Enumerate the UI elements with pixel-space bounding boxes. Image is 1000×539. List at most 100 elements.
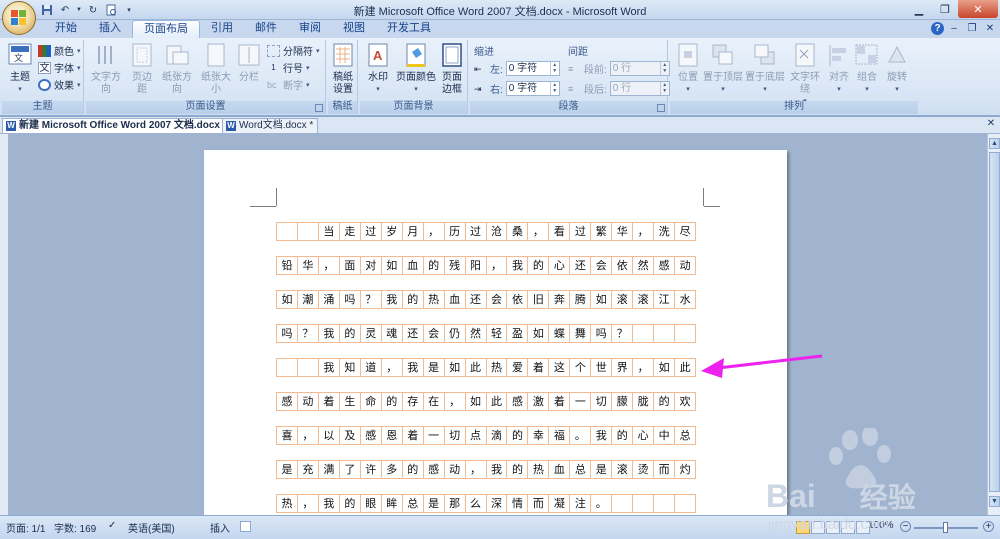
grid-cell[interactable]: 灵 xyxy=(361,325,382,342)
grid-cell[interactable]: 是 xyxy=(424,495,445,512)
grid-cell[interactable]: ， xyxy=(382,359,403,376)
grid-cell[interactable]: ， xyxy=(487,257,508,274)
grid-cell[interactable] xyxy=(298,359,319,376)
grid-cell[interactable] xyxy=(675,325,697,342)
grid-cell[interactable]: 了 xyxy=(340,461,361,478)
grid-cell[interactable]: 那 xyxy=(445,495,466,512)
grid-cell[interactable]: 充 xyxy=(298,461,319,478)
grid-cell[interactable]: 然 xyxy=(466,325,487,342)
grid-cell[interactable]: 中 xyxy=(654,427,676,444)
outline-view-icon[interactable] xyxy=(841,521,855,534)
grid-cell[interactable]: ？ xyxy=(298,325,319,342)
grid-cell[interactable]: ， xyxy=(633,359,655,376)
grid-cell[interactable]: 如 xyxy=(591,291,613,308)
zoom-out-icon[interactable]: − xyxy=(900,521,911,532)
text-wrap-button[interactable]: 文字环绕▾ xyxy=(786,42,824,108)
grid-cell[interactable] xyxy=(633,325,655,342)
tab-5[interactable]: 审阅 xyxy=(288,20,332,38)
scroll-up-icon[interactable]: ▲ xyxy=(989,138,1000,149)
grid-cell[interactable]: 热 xyxy=(528,461,550,478)
hyphenation-button[interactable]: bc 断字 ▾ xyxy=(267,77,310,93)
grid-cell[interactable]: 吗 xyxy=(277,325,298,342)
grid-cell[interactable]: 世 xyxy=(591,359,613,376)
grid-cell[interactable]: 的 xyxy=(403,291,424,308)
doc-minimize-icon[interactable]: – xyxy=(946,21,962,36)
grid-cell[interactable]: ， xyxy=(319,257,340,274)
tab-3[interactable]: 引用 xyxy=(200,20,244,38)
grid-cell[interactable]: 此 xyxy=(487,393,508,410)
word-count[interactable]: 字数: 169 xyxy=(54,520,96,535)
grid-cell[interactable] xyxy=(298,223,319,240)
grid-cell[interactable]: 奔 xyxy=(549,291,571,308)
grid-cell[interactable]: 总 xyxy=(570,461,592,478)
grid-cell[interactable]: 我 xyxy=(319,325,340,342)
grid-cell[interactable]: 血 xyxy=(445,291,466,308)
grid-cell[interactable]: 的 xyxy=(403,461,424,478)
grid-cell[interactable]: 岁 xyxy=(382,223,403,240)
align-button[interactable]: 对齐 ▾ xyxy=(826,42,852,96)
grid-cell[interactable]: 尽 xyxy=(675,223,697,240)
grid-cell[interactable] xyxy=(654,325,676,342)
text-direction-button[interactable]: 文字方向 xyxy=(88,42,124,96)
grid-cell[interactable]: 点 xyxy=(466,427,487,444)
paragraph-launcher[interactable] xyxy=(657,104,665,112)
grid-cell[interactable]: 桑 xyxy=(507,223,529,240)
margins-button[interactable]: 页边距 xyxy=(128,42,156,96)
grid-cell[interactable]: 动 xyxy=(445,461,466,478)
grid-cell[interactable]: 感 xyxy=(277,393,298,410)
grid-cell[interactable]: 的 xyxy=(528,257,550,274)
language-indicator[interactable]: 英语(美国) xyxy=(128,520,175,535)
grid-cell[interactable]: 一 xyxy=(424,427,445,444)
grid-cell[interactable]: 心 xyxy=(633,427,655,444)
grid-cell[interactable]: 华 xyxy=(612,223,634,240)
tab-7[interactable]: 开发工具 xyxy=(376,20,442,38)
grid-cell[interactable]: 我 xyxy=(382,291,403,308)
grid-cell[interactable]: 过 xyxy=(361,223,382,240)
grid-cell[interactable]: ， xyxy=(298,427,319,444)
grid-cell[interactable]: ， xyxy=(445,393,466,410)
spacing-before-field[interactable]: 0 行 ▲ ▼ xyxy=(609,61,670,76)
theme-colors-button[interactable]: 颜色 ▾ xyxy=(38,43,81,58)
grid-cell[interactable]: 命 xyxy=(361,393,382,410)
grid-cell[interactable]: 如 xyxy=(445,359,466,376)
grid-cell[interactable]: 滚 xyxy=(612,461,634,478)
grid-cell[interactable]: 着 xyxy=(549,393,571,410)
macro-record-icon[interactable] xyxy=(240,521,251,532)
grid-cell[interactable]: 我 xyxy=(487,461,508,478)
grid-cell[interactable]: 过 xyxy=(570,223,592,240)
doc-restore-icon[interactable]: ❐ xyxy=(964,21,980,36)
breaks-button[interactable]: 分隔符 ▾ xyxy=(267,43,320,58)
tab-4[interactable]: 邮件 xyxy=(244,20,288,38)
grid-cell[interactable]: ， xyxy=(633,223,655,240)
grid-cell[interactable]: 爱 xyxy=(507,359,529,376)
grid-cell[interactable]: 而 xyxy=(528,495,550,512)
zoom-level[interactable]: 100% xyxy=(868,520,894,531)
tab-0[interactable]: 开始 xyxy=(44,20,88,38)
position-button[interactable]: 位置 ▾ xyxy=(674,42,702,96)
grid-cell[interactable]: 如 xyxy=(382,257,403,274)
grid-cell[interactable]: 许 xyxy=(361,461,382,478)
bring-to-front-button[interactable]: 置于顶层 ▾ xyxy=(703,42,743,96)
indent-right-field[interactable]: 0 字符 ▲ ▼ xyxy=(505,81,560,96)
grid-cell[interactable]: 此 xyxy=(466,359,487,376)
minimize-icon[interactable]: ▁ xyxy=(906,0,932,18)
grid-cell[interactable]: 么 xyxy=(466,495,487,512)
grid-cell[interactable]: ， xyxy=(528,223,550,240)
grid-cell[interactable]: 烫 xyxy=(633,461,655,478)
grid-cell[interactable] xyxy=(633,495,655,512)
grid-cell[interactable]: 生 xyxy=(340,393,361,410)
orientation-button[interactable]: 纸张方向 xyxy=(159,42,195,96)
grid-cell[interactable]: 滚 xyxy=(612,291,634,308)
document-page[interactable]: 当走过岁月，历过沧桑，看过繁华，洗尽铅华，面对如血的残阳，我的心还会依然感动如潮… xyxy=(204,150,787,515)
grid-cell[interactable]: 此 xyxy=(675,359,697,376)
insert-mode[interactable]: 插入 xyxy=(210,520,230,535)
tab-1[interactable]: 插入 xyxy=(88,20,132,38)
grid-cell[interactable]: 看 xyxy=(549,223,571,240)
doc-tab-active[interactable]: W 新建 Microsoft Office Word 2007 文档.docx … xyxy=(2,118,232,133)
watermark-button[interactable]: A 水印 ▾ xyxy=(364,42,392,96)
grid-cell[interactable]: 会 xyxy=(591,257,613,274)
grid-cell[interactable]: 以 xyxy=(319,427,340,444)
full-screen-reading-view-icon[interactable] xyxy=(811,521,825,534)
grid-cell[interactable]: 会 xyxy=(487,291,508,308)
scroll-thumb[interactable] xyxy=(989,152,1000,492)
